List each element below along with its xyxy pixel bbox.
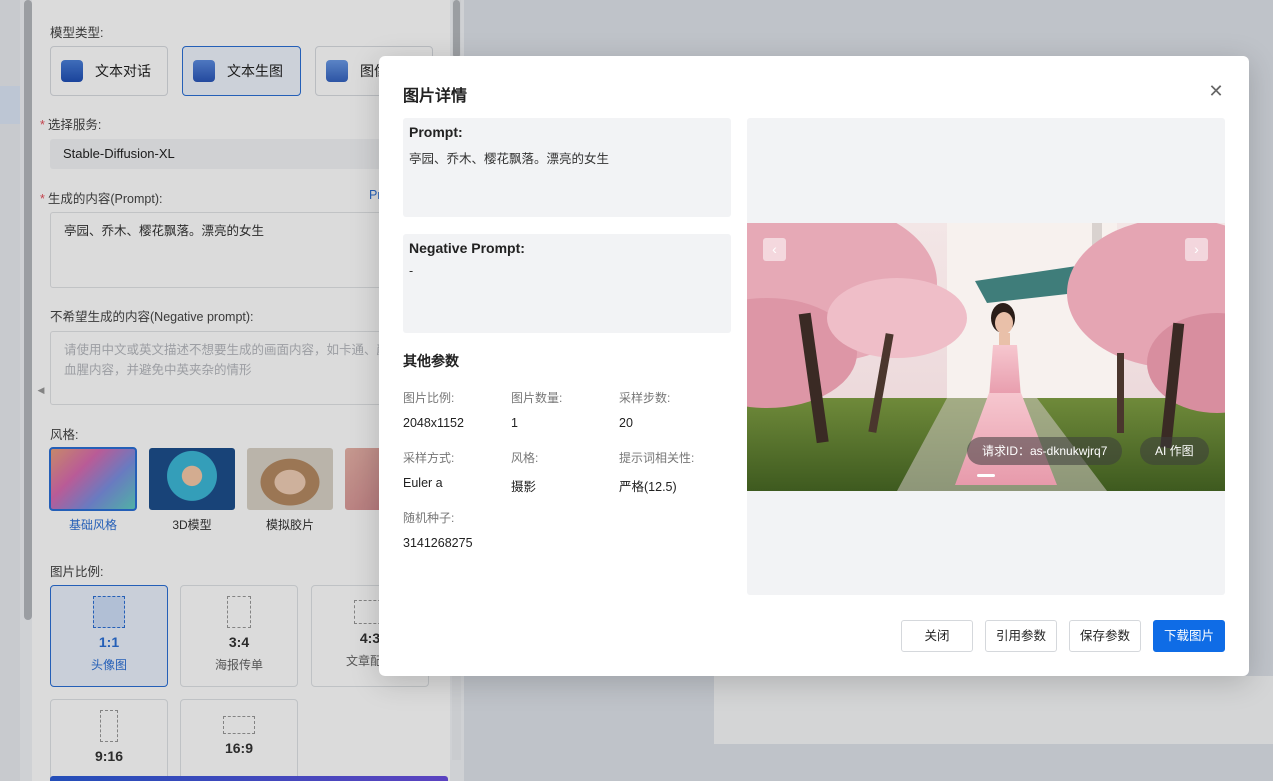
param-count: 图片数量: 1 (511, 391, 563, 430)
param-ratio: 图片比例: 2048x1152 (403, 391, 464, 430)
close-icon[interactable]: ✕ (1207, 82, 1225, 100)
param-cfg: 提示词相关性: 严格(12.5) (619, 451, 695, 494)
close-button[interactable]: 关闭 (901, 620, 973, 652)
save-params-button[interactable]: 保存参数 (1069, 620, 1141, 652)
image-detail-dialog: 图片详情 ✕ Prompt: 亭园、乔木、樱花飘落。漂亮的女生 Negative… (379, 56, 1249, 676)
prompt-box: Prompt: 亭园、乔木、樱花飘落。漂亮的女生 (403, 118, 731, 217)
negative-prompt-heading: Negative Prompt: (409, 240, 525, 256)
other-params-heading: 其他参数 (403, 353, 459, 369)
negative-prompt-box: Negative Prompt: - (403, 234, 731, 333)
param-style: 风格: 摄影 (511, 451, 539, 494)
quote-params-button[interactable]: 引用参数 (985, 620, 1057, 652)
download-image-button[interactable]: 下载图片 (1153, 620, 1225, 652)
negative-prompt-text: - (409, 264, 414, 278)
dialog-title: 图片详情 (403, 88, 468, 105)
carousel-indicator[interactable] (977, 474, 995, 477)
param-steps: 采样步数: 20 (619, 391, 671, 430)
request-id-badge: 请求ID：as-dknukwjrq7 (967, 437, 1123, 465)
prompt-heading: Prompt: (409, 124, 463, 140)
image-preview: ‹ › 请求ID：as-dknukwjrq7 AI 作图 (747, 118, 1225, 595)
prompt-text: 亭园、乔木、樱花飘落。漂亮的女生 (409, 152, 610, 166)
param-seed: 随机种子: 3141268275 (403, 511, 473, 550)
ai-generated-badge: AI 作图 (1140, 437, 1209, 465)
param-sampler: 采样方式: Euler a (403, 451, 455, 490)
